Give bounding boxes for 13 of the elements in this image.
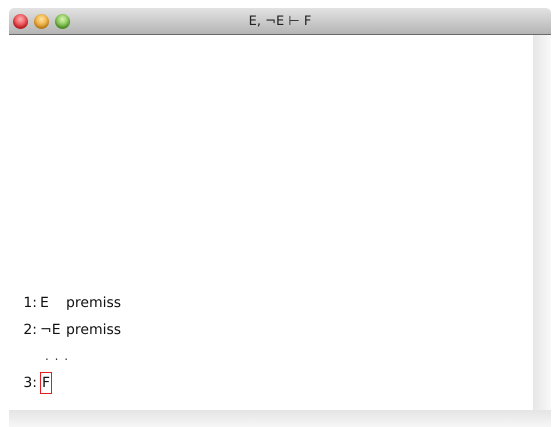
line-number: 3: — [22, 374, 37, 391]
justification: premiss — [66, 322, 122, 338]
ellipsis: . . . — [44, 349, 70, 364]
formula: ¬E — [40, 322, 62, 338]
justification: premiss — [66, 295, 122, 312]
line-number: 1: — [22, 295, 37, 312]
formula-input[interactable]: F — [40, 372, 52, 394]
window-title: E, ¬E ⊢ F — [248, 14, 312, 28]
line-number: 2: — [22, 322, 37, 338]
minimize-button[interactable] — [34, 14, 49, 28]
close-button[interactable] — [13, 14, 28, 28]
formula: E — [40, 295, 50, 312]
zoom-button[interactable] — [55, 14, 70, 28]
